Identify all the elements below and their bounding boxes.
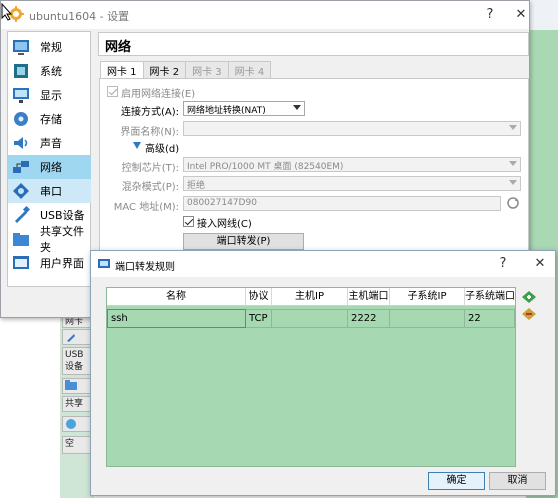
bg-shared-item: 共享 [62,396,92,412]
port-forward-titlebar: 端口转发规则 ? ✕ [91,251,555,277]
column-header[interactable]: 子系统端口 [465,288,515,306]
nav-item-serial-port[interactable]: 串口 [8,179,91,203]
table-cell[interactable] [390,309,465,328]
promiscuous-label: 混杂模式(P): [121,182,179,193]
adapter-type-value: Intel PRO/1000 MT 桌面 (82540EM) [187,162,344,172]
adapter-type-select[interactable]: Intel PRO/1000 MT 桌面 (82540EM) [183,157,521,172]
nav-label: 存储 [40,113,62,126]
remove-rule-icon[interactable] [521,307,537,321]
settings-titlebar: ubuntu1604 - 设置 ? ✕ [1,1,529,29]
enable-adapter-checkbox[interactable] [107,86,118,97]
display-icon [13,88,29,103]
adapter-tabs: 网卡 1 网卡 2 网卡 3 网卡 4 [100,61,272,79]
table-cell[interactable]: TCP [246,309,272,328]
table-cell[interactable]: 2222 [348,309,390,328]
chevron-down-icon [293,105,301,110]
interface-name-select[interactable] [183,121,521,136]
port-forward-title: 端口转发规则 [115,262,175,273]
expand-triangle-icon[interactable] [132,141,142,150]
cable-connected-checkbox[interactable] [183,216,194,227]
adapter-type-label: 控制芯片(T): [121,163,179,174]
table-cell[interactable] [272,309,348,328]
usb-icon [15,206,30,223]
port-forward-dialog-icon [98,259,110,268]
close-button[interactable]: ✕ [512,6,530,24]
bg-usb-icon [62,329,92,345]
mouse-cursor-icon [1,3,13,21]
table-header: 名称 协议 主机IP 主机端口 子系统IP 子系统端口 [107,288,515,306]
mac-input[interactable]: 080027147D90 [183,196,501,211]
nav-label: 声音 [40,137,62,150]
nav-label: 显示 [40,89,62,102]
nav-item-storage[interactable]: 存储 [8,107,91,131]
cancel-button[interactable]: 取消 [489,472,546,490]
port-forward-table[interactable]: 名称 协议 主机IP 主机端口 子系统IP 子系统端口 ssh TCP 2222… [106,287,516,467]
table-cell[interactable]: ssh [107,309,246,328]
attached-to-select[interactable]: 网络地址转换(NAT) [183,101,305,116]
ok-button[interactable]: 确定 [428,472,485,490]
user-interface-icon [13,256,29,269]
advanced-toggle[interactable]: 高级(d) [145,140,179,155]
enable-adapter-label: 启用网络连接(E) [121,89,196,100]
settings-title: ubuntu1604 - 设置 [29,10,130,23]
promiscuous-select[interactable]: 拒绝 [183,176,521,191]
nav-item-general[interactable]: 常规 [8,35,91,59]
section-title: 网络 [98,32,529,56]
general-icon [13,40,29,55]
tab-adapter-3[interactable]: 网卡 3 [185,61,229,78]
audio-icon [14,137,28,149]
promiscuous-value: 拒绝 [187,181,206,191]
mac-value: 080027147D90 [187,198,257,208]
serial-port-icon [13,183,29,199]
nav-label: 常规 [40,41,62,54]
column-header[interactable]: 子系统IP [390,288,465,306]
add-rule-icon[interactable] [521,290,537,304]
port-forward-button[interactable]: 端口转发(P) [183,233,304,250]
mac-label: MAC 地址(M): [113,202,179,213]
cable-connected-label: 接入网线(C) [197,219,252,230]
column-header[interactable]: 名称 [107,288,246,306]
storage-icon [14,112,28,126]
chevron-down-icon [509,161,517,166]
nav-label: 网络 [40,161,62,174]
table-cell[interactable]: 22 [465,309,515,328]
refresh-mac-icon[interactable] [506,196,520,210]
bg-shared-folder-icon [62,378,92,394]
nav-item-audio[interactable]: 声音 [8,131,91,155]
tab-adapter-4[interactable]: 网卡 4 [227,61,272,78]
help-button[interactable]: ? [494,255,512,273]
interface-name-label: 界面名称(N): [120,127,179,138]
nav-label: 串口 [40,185,62,198]
nav-label: 用户界面 [40,257,84,270]
bg-usb-item: USB 设备 [62,347,92,375]
close-button[interactable]: ✕ [531,255,549,273]
nav-label: USB设备 [40,209,85,222]
nav-item-shared-folders[interactable]: 共享文件夹 [8,225,91,254]
tab-adapter-2[interactable]: 网卡 2 [142,61,187,78]
system-icon [14,64,28,78]
nav-label: 系统 [40,65,62,78]
nav-item-display[interactable]: 显示 [8,83,91,107]
chevron-down-icon [509,180,517,185]
column-header[interactable]: 主机端口 [348,288,390,306]
bg-description-icon [62,416,92,432]
attached-to-label: 连接方式(A): [120,107,179,118]
tab-adapter-1[interactable]: 网卡 1 [100,61,144,79]
bg-empty-item: 空 [62,436,92,454]
nav-item-network[interactable]: 网络 [8,155,91,179]
nav-item-user-interface[interactable]: 用户界面 [8,251,91,275]
help-button[interactable]: ? [481,6,499,24]
network-icon [13,161,29,173]
column-header[interactable]: 协议 [246,288,272,306]
column-header[interactable]: 主机IP [272,288,348,306]
chevron-down-icon [509,125,517,130]
settings-nav: 常规 系统 显示 存储 声音 网络 串口 USB设备 共享文件夹 用户界面 [7,31,91,287]
shared-folder-icon [13,233,29,246]
nav-item-system[interactable]: 系统 [8,59,91,83]
attached-to-value: 网络地址转换(NAT) [187,106,266,116]
